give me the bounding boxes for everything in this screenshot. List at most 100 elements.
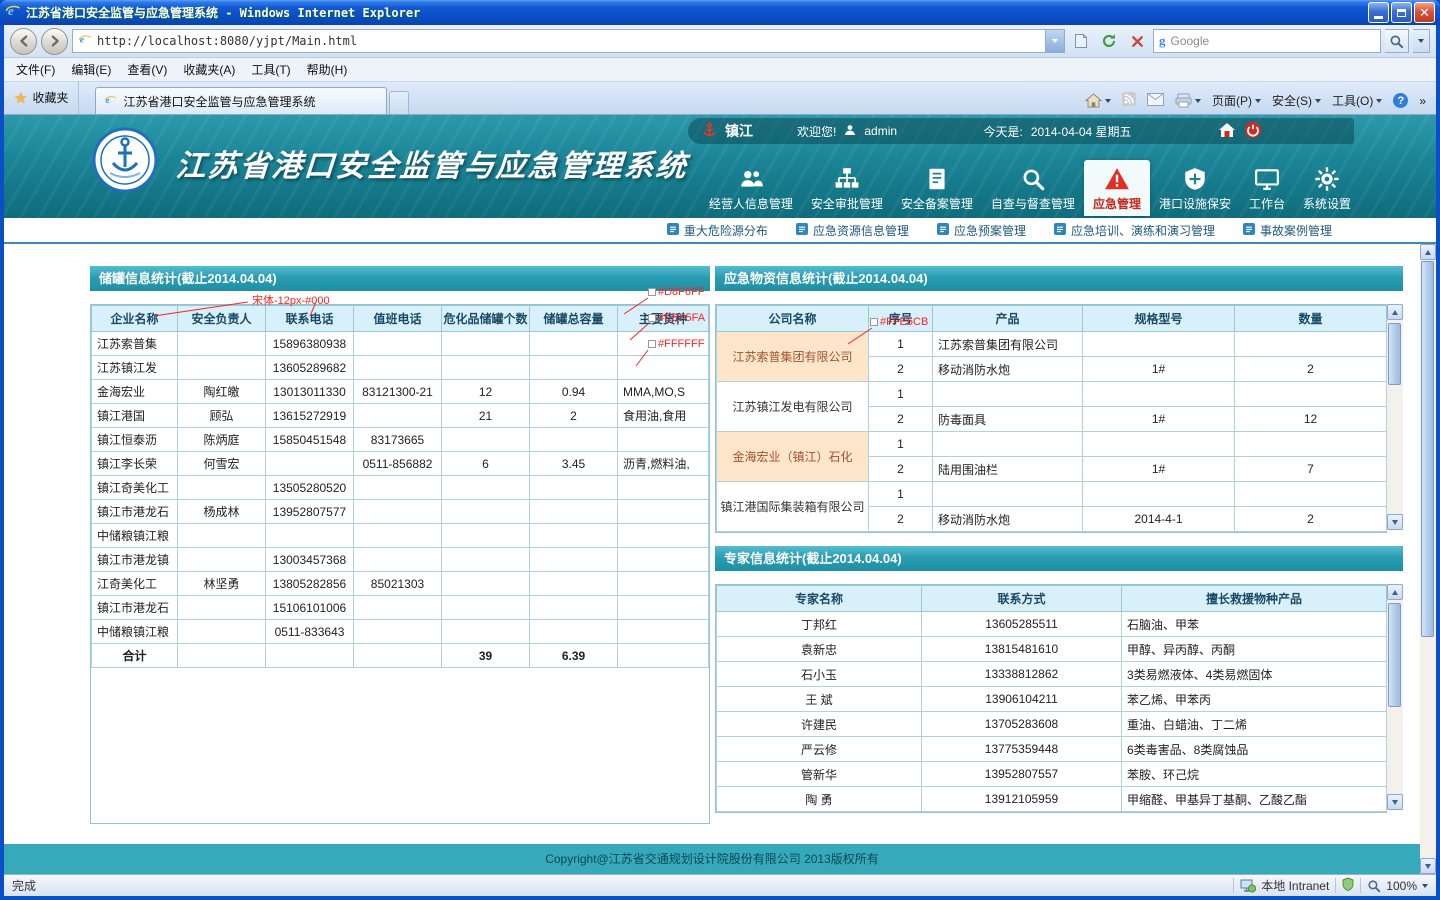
home-button[interactable]: [1085, 93, 1111, 108]
tools-menu-button[interactable]: 工具(O): [1332, 92, 1382, 109]
cell: [354, 548, 442, 572]
nav-warning-triangle[interactable]: 应急管理: [1084, 160, 1150, 216]
subnav-item-0[interactable]: 重大危险源分布: [667, 222, 768, 239]
nav-magnifier[interactable]: 自查与督查管理: [982, 160, 1084, 216]
mail-button[interactable]: [1147, 93, 1164, 109]
cell: [178, 476, 266, 500]
cell: [178, 620, 266, 644]
nav-document[interactable]: 安全备案管理: [892, 160, 982, 216]
expert-table-container: 专家名称联系方式擅长救援物种产品丁邦红13605285511石脑油、甲苯袁新忠1…: [715, 584, 1387, 813]
cell: [618, 524, 709, 548]
chevron-down-icon: [1105, 99, 1111, 103]
search-dropdown[interactable]: [1413, 29, 1430, 53]
cell: [618, 572, 709, 596]
table-row: 江奇美化工林坚勇1380528285685021303: [92, 572, 709, 596]
subnav-item-2[interactable]: 应急预案管理: [937, 222, 1026, 239]
subnav-item-4[interactable]: 事故案例管理: [1243, 222, 1332, 239]
back-button[interactable]: [10, 28, 37, 55]
refresh-button[interactable]: [1097, 29, 1121, 53]
menu-item-3[interactable]: 收藏夹(A): [175, 58, 243, 81]
cell: 许建民: [717, 712, 922, 737]
minimize-button[interactable]: [1368, 2, 1389, 23]
address-dropdown[interactable]: [1045, 30, 1064, 52]
stop-button[interactable]: [1125, 29, 1149, 53]
cell: 江苏镇江发电有限公司: [717, 382, 869, 432]
cell: [530, 500, 618, 524]
supplies-stats-panel: 应急物资信息统计(截止2014.04.04) 公司名称序号产品规格型号数量江苏索…: [715, 266, 1403, 533]
print-button[interactable]: [1175, 93, 1201, 108]
cell: 1: [869, 332, 933, 357]
expert-scrollbar[interactable]: [1387, 584, 1403, 810]
zoom-control[interactable]: 100%: [1367, 879, 1428, 893]
tab-active[interactable]: e 江苏省港口安全监管与应急管理系统: [95, 87, 387, 114]
supplies-table-container: 公司名称序号产品规格型号数量江苏索普集团有限公司1江苏索普集团有限公司2移动消防…: [715, 304, 1387, 533]
menu-item-5[interactable]: 帮助(H): [299, 58, 356, 81]
column-header: 安全负责人: [178, 306, 266, 332]
cell: [1235, 482, 1387, 507]
cell: 甲醇、异丙醇、丙酮: [1122, 637, 1387, 662]
table-row: 镇江奇美化工13505280520: [92, 476, 709, 500]
scrollbar-thumb[interactable]: [1421, 261, 1434, 637]
favorites-button[interactable]: ★ 收藏夹: [8, 81, 79, 114]
close-button[interactable]: ✕: [1414, 2, 1435, 23]
logout-button[interactable]: [1244, 121, 1262, 142]
menu-item-4[interactable]: 工具(T): [243, 58, 298, 81]
search-input[interactable]: Google: [1171, 34, 1376, 48]
nav-gear[interactable]: 系统设置: [1294, 160, 1360, 216]
content-frame: 储罐信息统计(截止2014.04.04) 企业名称安全负责人联系电话值班电话危化…: [4, 244, 1436, 874]
supplies-scrollbar[interactable]: [1387, 304, 1403, 530]
menu-item-1[interactable]: 编辑(E): [63, 58, 119, 81]
table-row: 王 斌13906104211苯乙烯、甲苯丙: [717, 687, 1387, 712]
nav-people[interactable]: 经营人信息管理: [700, 160, 802, 216]
scrollbar-thumb[interactable]: [1388, 603, 1401, 707]
cell: 13705283608: [922, 712, 1122, 737]
table-row: 金海宏业陶红皦1301301133083121300-21120.94MMA,M…: [92, 380, 709, 404]
scroll-up-button[interactable]: [1387, 304, 1403, 320]
page-footer: Copyright@江苏省交通规划设计院股份有限公司 2013版权所有: [4, 844, 1420, 874]
scroll-down-button[interactable]: [1387, 514, 1403, 530]
search-button[interactable]: [1385, 29, 1409, 53]
forward-button[interactable]: [41, 28, 68, 55]
scroll-down-button[interactable]: [1387, 794, 1403, 810]
org-chart-icon: [834, 165, 860, 192]
compatibility-button[interactable]: [1069, 29, 1093, 53]
scroll-down-button[interactable]: [1420, 858, 1436, 874]
page-menu-button[interactable]: 页面(P): [1212, 92, 1261, 109]
subnav-item-1[interactable]: 应急资源信息管理: [796, 222, 909, 239]
nav-label: 安全备案管理: [901, 195, 973, 212]
scroll-up-button[interactable]: [1387, 584, 1403, 600]
menu-item-2[interactable]: 查看(V): [119, 58, 175, 81]
address-bar[interactable]: e http://localhost:8080/yjpt/Main.html: [72, 29, 1065, 53]
restore-button[interactable]: [1391, 2, 1412, 23]
cell: 管新华: [717, 762, 922, 787]
nav-shield[interactable]: 港口设施保安: [1150, 160, 1240, 216]
safety-menu-button[interactable]: 安全(S): [1272, 92, 1321, 109]
cell: 移动消防水炮: [933, 357, 1083, 382]
chevron-down-icon: [1052, 39, 1058, 43]
scroll-up-button[interactable]: [1420, 244, 1436, 260]
cell: 21: [442, 404, 530, 428]
cell: 中储粮镇江粮: [92, 620, 178, 644]
subnav-item-3[interactable]: 应急培训、演练和演习管理: [1054, 222, 1215, 239]
people-icon: [738, 165, 764, 192]
menu-item-0[interactable]: 文件(F): [8, 58, 63, 81]
favorites-label: 收藏夹: [32, 89, 68, 106]
checkbox-icon: [648, 340, 656, 348]
google-logo-icon: g: [1159, 33, 1166, 49]
main-scrollbar[interactable]: [1420, 244, 1436, 874]
nav-monitor[interactable]: 工作台: [1240, 160, 1294, 216]
search-box[interactable]: g Google: [1153, 29, 1381, 53]
cell: 王 斌: [717, 687, 922, 712]
feeds-button[interactable]: [1122, 92, 1136, 109]
cell: [354, 524, 442, 548]
column-header: 规格型号: [1083, 306, 1235, 332]
help-button[interactable]: ?: [1393, 93, 1408, 108]
nav-org-chart[interactable]: 安全审批管理: [802, 160, 892, 216]
new-tab-stub[interactable]: [389, 91, 409, 114]
cell: 0511-833643: [266, 620, 354, 644]
column-header: 企业名称: [92, 306, 178, 332]
scrollbar-thumb[interactable]: [1388, 323, 1401, 385]
overflow-chevron[interactable]: »: [1419, 94, 1426, 108]
home-page-button[interactable]: [1218, 122, 1236, 141]
cell: 13952807577: [266, 500, 354, 524]
